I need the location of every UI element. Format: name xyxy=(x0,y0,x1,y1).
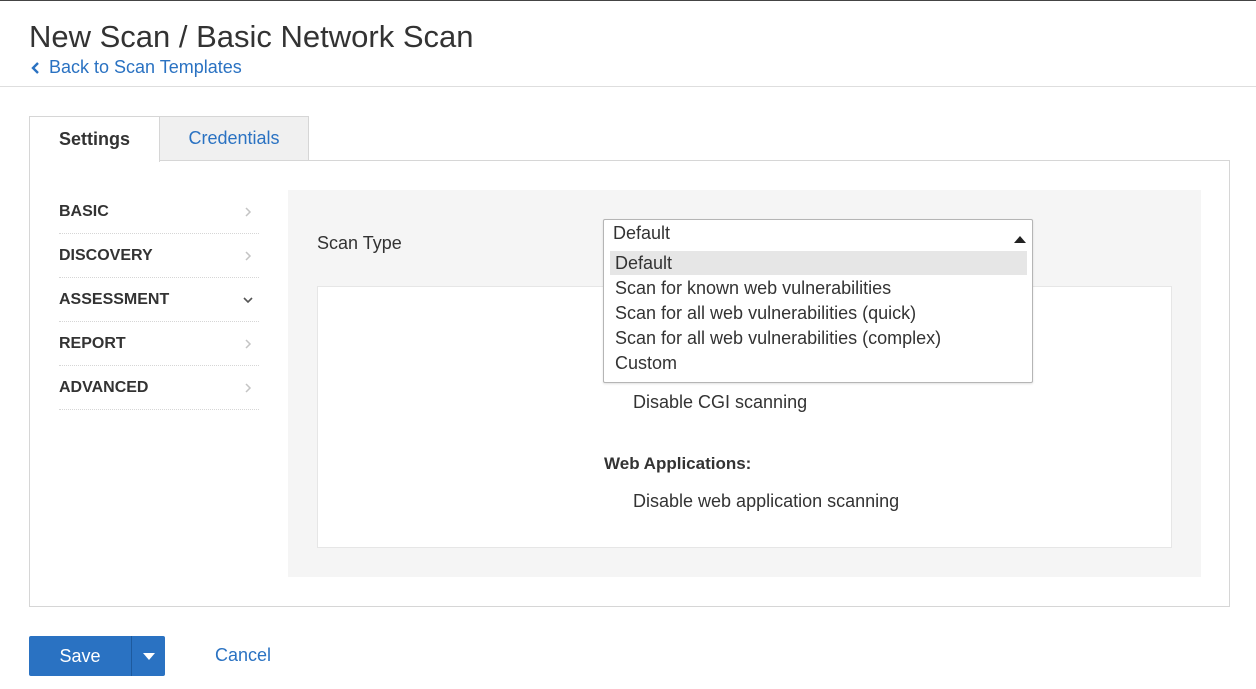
page-title: New Scan / Basic Network Scan xyxy=(29,19,474,54)
caret-up-icon xyxy=(1014,236,1026,243)
scan-type-label: Scan Type xyxy=(317,233,402,253)
scan-type-option-all-web-quick[interactable]: Scan for all web vulnerabilities (quick) xyxy=(610,301,1027,325)
web-applications-heading: Web Applications: xyxy=(604,454,752,473)
scan-type-option-custom[interactable]: Custom xyxy=(610,351,1027,375)
sidebar-item-label: ASSESSMENT xyxy=(59,290,170,308)
caret-down-icon xyxy=(142,652,155,660)
page-header: New Scan / Basic Network Scan Back to Sc… xyxy=(0,0,1256,87)
sidebar-item-label: DISCOVERY xyxy=(59,246,153,264)
cgi-scanning-option: Disable CGI scanning xyxy=(633,392,808,412)
web-app-scanning-option: Disable web application scanning xyxy=(633,491,900,511)
back-link-label: Back to Scan Templates xyxy=(49,57,242,77)
save-button[interactable]: Save xyxy=(29,636,131,676)
chevron-down-icon xyxy=(243,296,253,303)
scan-type-option-default[interactable]: Default xyxy=(610,251,1027,275)
chevron-left-icon xyxy=(31,61,39,74)
cancel-button[interactable]: Cancel xyxy=(215,645,271,666)
sidebar-item-label: REPORT xyxy=(59,334,126,352)
chevron-right-icon xyxy=(245,206,252,217)
tab-credentials[interactable]: Credentials xyxy=(159,116,309,161)
scan-type-option-all-web-complex[interactable]: Scan for all web vulnerabilities (comple… xyxy=(610,326,1027,350)
sidebar-item-discovery[interactable]: DISCOVERY xyxy=(59,234,259,278)
sidebar-item-label: ADVANCED xyxy=(59,378,149,396)
chevron-right-icon xyxy=(245,338,252,349)
scan-type-selected-value: Default xyxy=(613,223,671,243)
settings-sidebar: BASIC DISCOVERY ASSESSMENT REPORT ADVANC… xyxy=(59,190,259,410)
chevron-right-icon xyxy=(245,382,252,393)
chevron-right-icon xyxy=(245,250,252,261)
sidebar-item-report[interactable]: REPORT xyxy=(59,322,259,366)
sidebar-item-label: BASIC xyxy=(59,202,109,220)
scan-type-select[interactable]: Default Default Scan for known web vulne… xyxy=(603,219,1033,383)
sidebar-item-basic[interactable]: BASIC xyxy=(59,190,259,234)
sidebar-item-assessment[interactable]: ASSESSMENT xyxy=(59,278,259,322)
save-options-dropdown-button[interactable] xyxy=(131,636,165,676)
scan-type-option-known-web[interactable]: Scan for known web vulnerabilities xyxy=(610,276,1027,300)
sidebar-item-advanced[interactable]: ADVANCED xyxy=(59,366,259,410)
back-to-templates-link[interactable]: Back to Scan Templates xyxy=(31,57,242,78)
tab-settings[interactable]: Settings xyxy=(29,116,160,162)
